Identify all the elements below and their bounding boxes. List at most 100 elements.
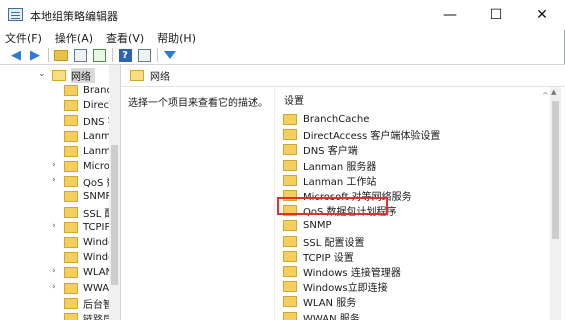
tree-node-label: SNMP (83, 191, 112, 203)
folder-icon (283, 114, 297, 125)
menu-file[interactable]: 文件(F) (5, 30, 42, 46)
tree-node[interactable]: 后台智 (52, 296, 113, 311)
folder-icon (64, 115, 78, 127)
settings-item-label: DirectAccess 客户端体验设置 (303, 131, 441, 143)
tree-node-label: 网络 (71, 68, 95, 83)
help-icon[interactable]: ? (117, 47, 133, 63)
folder-icon (64, 237, 78, 248)
settings-list-item[interactable]: Windows立即连接 (283, 279, 388, 294)
tree-node[interactable]: Windo (52, 250, 114, 265)
back-arrow-icon[interactable]: ◀ (8, 47, 24, 63)
folder-icon (64, 130, 78, 142)
tree-node[interactable]: › WWAI (52, 281, 112, 296)
folder-icon (64, 191, 78, 203)
toolbar-divider (112, 48, 113, 62)
folder-icon (283, 144, 297, 156)
menu-help[interactable]: 帮助(H) (157, 30, 196, 46)
maximize-button[interactable]: ☐ (473, 0, 519, 30)
settings-list-item[interactable]: WWAN 服务 (283, 310, 360, 320)
folder-icon (64, 252, 78, 264)
tree-node[interactable]: DNS 客 (52, 113, 118, 128)
window-title: 本地组策略编辑器 (30, 10, 118, 23)
tree-node[interactable]: Windo (52, 235, 114, 250)
settings-item-label: Windows立即连接 (303, 283, 388, 295)
expand-chevron-icon[interactable]: › (52, 175, 56, 185)
settings-list-item[interactable]: Windows 连接管理器 (283, 264, 401, 279)
tree-node[interactable]: 链路层 (52, 311, 113, 320)
scroll-up-icon[interactable]: ▲ (551, 88, 556, 96)
settings-list-item[interactable]: Lanman 服务器 (283, 158, 376, 173)
folder-icon (283, 311, 297, 320)
tree-scrollbar[interactable] (109, 65, 120, 320)
list-scrollbar-thumb[interactable] (552, 101, 559, 239)
column-header-settings[interactable]: 设置 (284, 92, 304, 107)
folder-icon (283, 281, 297, 293)
main-content: ⌄ 网络 Branch Direct DNS 客 Lanma Lanma › Micro › Q… (0, 64, 565, 320)
list-scrollbar[interactable]: ▲ (550, 87, 561, 320)
settings-list-item[interactable]: TCPIP 设置 (283, 249, 354, 264)
settings-list-item[interactable]: BranchCache (283, 112, 369, 127)
details-pane: 网络 选择一个项目来查看它的描述。 设置 ^ BranchCache Direct… (121, 65, 565, 320)
folder-icon (283, 235, 297, 247)
folder-icon (64, 145, 78, 157)
menu-view[interactable]: 查看(V) (106, 30, 144, 46)
tree-node-network[interactable]: ⌄ 网络 (38, 68, 95, 83)
filter-icon[interactable] (162, 47, 178, 63)
export-list-icon[interactable] (91, 47, 107, 63)
pane-header: 网络 (121, 65, 565, 87)
settings-list-item[interactable]: WLAN 服务 (283, 294, 356, 309)
pane-divider (274, 87, 275, 320)
expand-chevron-icon[interactable]: › (52, 221, 56, 231)
forward-arrow-icon[interactable]: ▶ (27, 47, 43, 63)
tree-scrollbar-thumb[interactable] (111, 145, 118, 285)
settings-item-label: Lanman 工作站 (303, 176, 377, 188)
settings-list-item[interactable]: DirectAccess 客户端体验设置 (283, 127, 440, 142)
close-button[interactable]: ✕ (519, 0, 565, 30)
expand-chevron-icon[interactable]: › (52, 160, 56, 170)
tree-node[interactable]: › TCPIP (52, 220, 111, 235)
folder-icon (64, 297, 78, 309)
settings-item-label: TCPIP 设置 (303, 252, 354, 264)
tree-node[interactable]: SSL 配 (52, 205, 114, 220)
title-bar: 本地组策略编辑器 — ☐ ✕ (0, 0, 565, 30)
minimize-button[interactable]: — (427, 0, 473, 30)
folder-up-icon[interactable] (53, 47, 69, 63)
collapse-chevron-icon[interactable]: ⌄ (38, 69, 46, 79)
highlight-box (277, 197, 388, 215)
tree-node[interactable]: SNMP (52, 189, 112, 204)
expand-chevron-icon[interactable]: › (52, 266, 56, 276)
tree-node[interactable]: Lanma (52, 144, 117, 159)
folder-icon (64, 282, 78, 294)
tree-node-label: TCPIP (83, 221, 111, 233)
group-policy-editor-window: 本地组策略编辑器 — ☐ ✕ 文件(F) 操作(A) 查看(V) 帮助(H) ◀… (0, 0, 565, 320)
folder-open-icon (52, 70, 66, 81)
settings-item-label: Lanman 服务器 (303, 161, 377, 173)
folder-icon (64, 176, 78, 188)
folder-icon (283, 220, 297, 232)
folder-icon (64, 313, 78, 320)
folder-icon (283, 159, 297, 171)
tree-node[interactable]: Direct (52, 98, 113, 113)
tree-node[interactable]: Lanma (52, 129, 117, 144)
navigation-tree: ⌄ 网络 Branch Direct DNS 客 Lanma Lanma › Micro › Q… (0, 65, 121, 320)
expand-chevron-icon[interactable]: › (52, 282, 56, 292)
tree-node[interactable]: › QoS 数 (52, 174, 117, 189)
settings-item-label: BranchCache (303, 114, 370, 125)
settings-list-item[interactable]: DNS 客户端 (283, 142, 358, 157)
settings-list-item[interactable]: SNMP (283, 218, 332, 233)
tree-node-label: WWAI (83, 282, 113, 294)
tree-node[interactable]: › WLAN (52, 265, 113, 280)
settings-list-item[interactable]: Lanman 工作站 (283, 173, 376, 188)
settings-list-item[interactable]: SSL 配置设置 (283, 234, 364, 249)
tree-node[interactable]: › Micro (52, 159, 110, 174)
show-hide-tree-icon[interactable] (72, 47, 88, 63)
settings-item-label: SSL 配置设置 (303, 237, 365, 249)
settings-item-label: WLAN 服务 (303, 298, 357, 310)
tree-node-label: Micro (83, 161, 110, 172)
folder-icon (130, 70, 144, 81)
menu-action[interactable]: 操作(A) (55, 30, 93, 46)
folder-icon (283, 266, 297, 277)
properties-icon[interactable] (136, 47, 152, 63)
folder-icon (283, 296, 297, 308)
settings-item-label: Windows 连接管理器 (303, 268, 401, 279)
